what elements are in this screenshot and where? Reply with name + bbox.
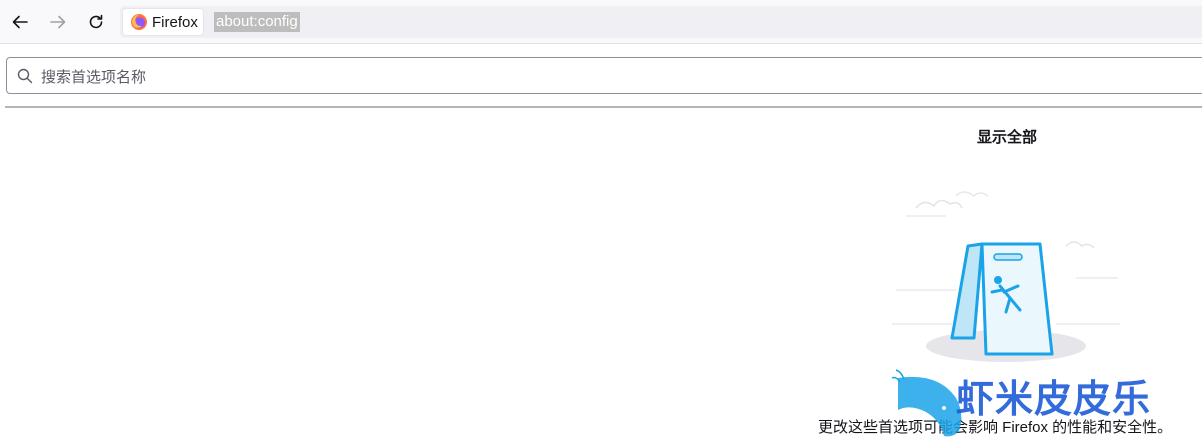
arrow-left-icon [12,15,28,29]
show-all-button[interactable]: 显示全部 [960,126,1054,147]
url-bar[interactable]: Firefox about:config [120,6,1202,38]
firefox-logo-icon [131,14,147,30]
caution-sign-illustration [892,191,1120,362]
search-input[interactable] [39,64,1183,90]
divider [5,106,1202,108]
search-icon [17,68,33,84]
identity-label: Firefox [152,13,198,31]
back-button[interactable] [6,8,34,36]
watermark-text: 虾米皮皮乐 [956,379,1152,421]
navigation-toolbar: Firefox about:config [0,0,1202,44]
identity-box[interactable]: Firefox [122,8,204,36]
arrow-right-icon [50,15,66,29]
reload-button[interactable] [82,8,110,36]
url-text[interactable]: about:config [214,12,300,32]
forward-button[interactable] [44,8,72,36]
search-box[interactable] [6,57,1202,94]
reload-icon [89,14,103,29]
